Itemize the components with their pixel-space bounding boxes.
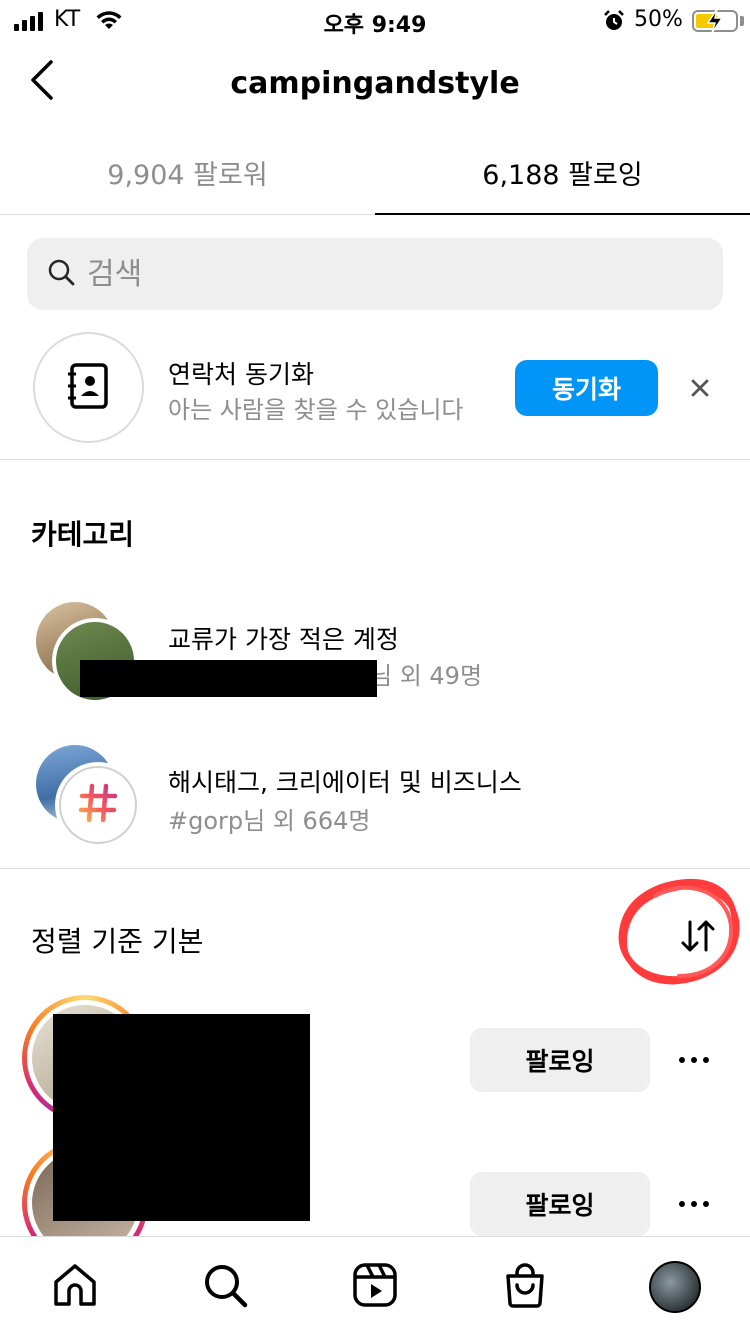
more-options-button[interactable] bbox=[672, 1038, 716, 1082]
dot bbox=[691, 1201, 697, 1207]
category-title: 해시태그, 크리에이터 및 비즈니스 bbox=[168, 768, 522, 797]
close-icon bbox=[690, 378, 710, 402]
hashtag-avatar bbox=[55, 762, 141, 848]
following-button[interactable]: 팔로잉 bbox=[470, 1172, 650, 1236]
sync-button[interactable]: 동기화 bbox=[515, 360, 658, 416]
home-icon bbox=[51, 1261, 99, 1313]
category-subtitle: 님 외 49명 bbox=[370, 662, 483, 690]
redaction-box bbox=[80, 660, 377, 697]
shop-icon bbox=[501, 1261, 549, 1313]
dot bbox=[679, 1057, 685, 1063]
profile-avatar bbox=[649, 1261, 701, 1313]
search-icon bbox=[47, 258, 75, 290]
tab-following[interactable]: 6,188 팔로잉 bbox=[375, 130, 750, 214]
tab-followers[interactable]: 9,904 팔로워 bbox=[0, 130, 375, 214]
contact-book-icon bbox=[67, 362, 111, 414]
sort-button[interactable] bbox=[676, 916, 720, 960]
category-least-interacted[interactable]: 교류가 가장 적은 계정 님 외 49명 bbox=[0, 590, 750, 710]
category-subtitle: #gorp님 외 664명 bbox=[168, 807, 371, 835]
battery-percent: 50% bbox=[634, 7, 683, 32]
dot bbox=[703, 1201, 709, 1207]
section-divider bbox=[0, 459, 750, 460]
category-hashtags-creators[interactable]: 해시태그, 크리에이터 및 비즈니스 #gorp님 외 664명 bbox=[0, 735, 750, 855]
nav-profile[interactable] bbox=[647, 1259, 703, 1315]
nav-reels[interactable] bbox=[347, 1259, 403, 1315]
page-title: campingandstyle bbox=[230, 66, 520, 101]
status-bar: KT 오후 9:49 50% bbox=[0, 0, 750, 40]
contact-sync-subtitle: 아는 사람을 찾을 수 있습니다 bbox=[168, 396, 464, 424]
dot bbox=[691, 1057, 697, 1063]
alarm-icon bbox=[602, 9, 626, 39]
nav-search[interactable] bbox=[197, 1259, 253, 1315]
dot bbox=[679, 1201, 685, 1207]
dismiss-sync-button[interactable] bbox=[680, 370, 720, 410]
category-title: 교류가 가장 적은 계정 bbox=[168, 625, 399, 654]
active-tab-indicator bbox=[375, 213, 750, 215]
search-icon bbox=[201, 1261, 249, 1313]
charging-bolt-icon bbox=[705, 8, 725, 40]
dot bbox=[703, 1057, 709, 1063]
nav-home[interactable] bbox=[47, 1259, 103, 1315]
reels-icon bbox=[351, 1261, 399, 1313]
contacts-avatar bbox=[33, 332, 144, 443]
contact-sync-title: 연락처 동기화 bbox=[168, 360, 314, 389]
hashtag-icon bbox=[78, 783, 118, 827]
search-bar[interactable] bbox=[27, 238, 723, 310]
sort-label: 정렬 기준 기본 bbox=[31, 925, 204, 958]
redaction-box bbox=[53, 1014, 310, 1221]
more-options-button[interactable] bbox=[672, 1182, 716, 1226]
sort-arrows-icon bbox=[678, 916, 718, 960]
nav-shop[interactable] bbox=[497, 1259, 553, 1315]
search-input[interactable] bbox=[87, 256, 647, 292]
categories-title: 카테고리 bbox=[31, 518, 135, 551]
section-divider bbox=[0, 868, 750, 869]
following-button[interactable]: 팔로잉 bbox=[470, 1028, 650, 1092]
